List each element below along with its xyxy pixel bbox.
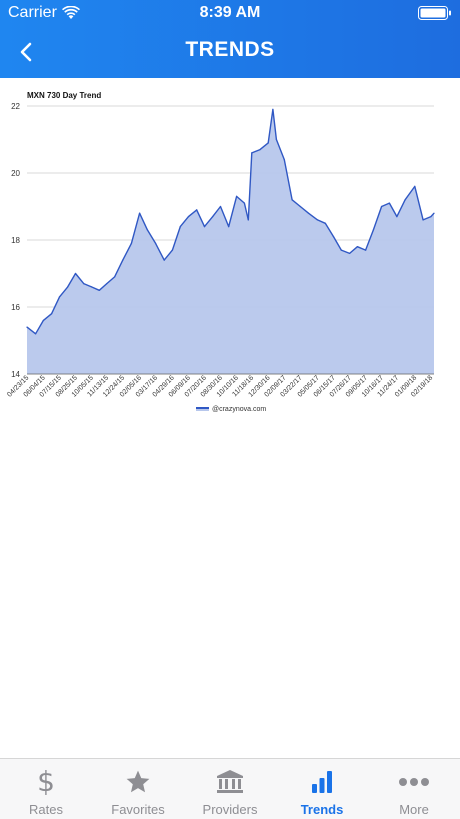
status-bar: Carrier 8:39 AM: [0, 0, 460, 26]
data-point: [340, 249, 342, 251]
app-header: Carrier 8:39 AM TRENDS: [0, 0, 460, 78]
data-point: [414, 185, 416, 187]
dollar-icon: $: [37, 765, 55, 798]
data-point: [187, 216, 190, 218]
tab-favorites[interactable]: Favorites: [92, 759, 184, 819]
data-point: [67, 286, 69, 288]
data-point: [179, 226, 181, 228]
tab-bar: $ Rates Favorites Providers Trends More: [0, 758, 460, 819]
data-point: [122, 259, 124, 261]
page-title: TRENDS: [185, 38, 275, 61]
tab-rates[interactable]: $ Rates: [0, 759, 92, 819]
star-icon: [123, 767, 153, 797]
data-point: [372, 229, 374, 231]
legend-swatch-fill: [196, 409, 209, 411]
tab-providers[interactable]: Providers: [184, 759, 276, 819]
tab-label: Rates: [29, 802, 63, 817]
data-point: [422, 219, 424, 221]
data-point: [272, 108, 274, 110]
data-point: [106, 283, 108, 285]
more-dots-icon: [399, 767, 429, 797]
data-point: [316, 219, 319, 221]
bank-icon: [215, 767, 245, 797]
data-point: [228, 226, 230, 228]
y-tick-label: 18: [11, 236, 20, 245]
data-point: [58, 296, 61, 298]
y-tick-label: 20: [11, 169, 20, 178]
data-point: [356, 246, 358, 248]
tab-label: More: [399, 802, 429, 817]
data-point: [259, 149, 261, 151]
y-tick-label: 16: [11, 303, 20, 312]
tab-trends[interactable]: Trends: [276, 759, 368, 819]
y-tick-label: 14: [11, 370, 20, 379]
tab-label: Providers: [202, 802, 258, 817]
data-point: [139, 212, 141, 214]
data-point: [236, 195, 238, 197]
data-point: [283, 159, 285, 161]
data-point: [51, 313, 53, 315]
data-point: [196, 209, 198, 211]
data-point: [90, 286, 93, 288]
nav-bar: TRENDS: [0, 26, 460, 78]
data-point: [388, 202, 390, 204]
data-point: [114, 276, 116, 278]
y-tick-label: 22: [11, 102, 20, 111]
data-point: [163, 259, 165, 261]
data-point: [349, 252, 351, 254]
data-point: [98, 289, 100, 291]
data-point: [74, 272, 77, 275]
data-point: [381, 205, 383, 208]
data-point: [275, 138, 277, 141]
data-point: [332, 236, 335, 238]
data-point: [404, 199, 406, 201]
data-point: [324, 222, 326, 224]
data-point: [243, 202, 245, 204]
data-point: [433, 212, 435, 214]
data-point: [130, 242, 132, 244]
data-point: [365, 249, 367, 251]
battery-icon: [418, 6, 451, 20]
data-point: [299, 205, 301, 208]
bar-chart-icon: [307, 767, 337, 797]
data-point: [219, 205, 222, 208]
status-time: 8:39 AM: [199, 4, 261, 21]
data-point: [291, 199, 293, 201]
legend-label: @crazynova.com: [212, 406, 266, 413]
data-point: [203, 226, 206, 228]
data-point: [251, 152, 253, 154]
data-point: [212, 216, 214, 218]
data-point: [430, 216, 432, 218]
data-point: [42, 319, 45, 321]
data-point: [171, 249, 173, 251]
data-point: [307, 212, 310, 214]
data-point: [26, 326, 28, 328]
data-point: [146, 229, 148, 231]
chart-title: MXN 730 Day Trend: [27, 91, 102, 100]
data-point: [247, 219, 249, 221]
tab-label: Favorites: [111, 802, 165, 817]
data-point: [267, 142, 269, 144]
data-point: [396, 216, 398, 218]
data-point: [155, 242, 157, 244]
data-point: [83, 283, 85, 285]
data-point: [35, 333, 37, 335]
tab-label: Trends: [300, 802, 344, 817]
chart-canvas: 141618202204/23/1506/04/1507/15/1508/25/…: [6, 102, 435, 413]
trend-chart: MXN 730 Day Trend 14 16 18 20 22 04/23/15 06/0…: [0, 86, 460, 420]
series-area: [27, 109, 434, 375]
tab-more[interactable]: More: [368, 759, 460, 819]
